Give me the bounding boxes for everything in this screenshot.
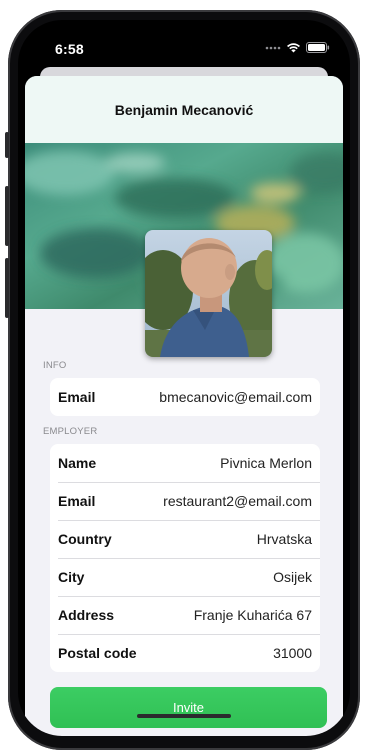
row-value: restaurant2@email.com: [163, 493, 312, 509]
row-label: Name: [58, 455, 97, 471]
row-value: Pivnica Merlon: [220, 455, 312, 471]
row-label: Email: [58, 493, 96, 509]
volume-up-button: [5, 186, 9, 246]
info-email-row[interactable]: Email bmecanovic@email.com: [50, 378, 320, 416]
row-value: bmecanovic@email.com: [159, 389, 312, 405]
info-group: Email bmecanovic@email.com: [50, 378, 320, 416]
home-indicator: [137, 714, 231, 718]
wifi-icon: [287, 43, 300, 53]
employer-country-row[interactable]: Country Hrvatska: [50, 520, 320, 558]
row-value: 31000: [273, 645, 312, 661]
employer-name-row[interactable]: Name Pivnica Merlon: [50, 444, 320, 482]
row-label: Postal code: [58, 645, 137, 661]
row-value: Franje Kuharića 67: [193, 607, 312, 623]
info-section-header: INFO: [43, 360, 67, 371]
status-icons: [265, 42, 330, 53]
navigation-bar: Benjamin Mecanović: [25, 76, 343, 143]
employer-city-row[interactable]: City Osijek: [50, 558, 320, 596]
row-label: Country: [58, 531, 112, 547]
row-label: Address: [58, 607, 115, 623]
avatar: [145, 230, 272, 357]
row-label: Email: [58, 389, 96, 405]
page-title: Benjamin Mecanović: [114, 101, 254, 118]
employer-postal-code-row[interactable]: Postal code 31000: [50, 634, 320, 672]
row-value: Osijek: [273, 569, 312, 585]
profile-photo: [145, 230, 272, 357]
mute-switch: [5, 132, 9, 158]
phone-screen: 6:58 Benjamin Mecanović INFO Email bmeca…: [18, 20, 350, 736]
employer-email-row[interactable]: Email restaurant2@email.com: [50, 482, 320, 520]
status-time: 6:58: [55, 41, 84, 57]
row-label: City: [58, 569, 85, 585]
profile-sheet: Benjamin Mecanović INFO Email bmecanovic…: [25, 76, 343, 736]
row-value: Hrvatska: [256, 531, 312, 547]
employer-section-header: EMPLOYER: [43, 426, 98, 437]
battery-icon: [306, 42, 330, 53]
invite-button[interactable]: Invite: [50, 687, 327, 728]
employer-group: Name Pivnica Merlon Email restaurant2@em…: [50, 444, 320, 672]
employer-address-row[interactable]: Address Franje Kuharića 67: [50, 596, 320, 634]
volume-down-button: [5, 258, 9, 318]
status-bar: 6:58: [18, 20, 350, 72]
signal-dots-icon: [265, 46, 281, 49]
